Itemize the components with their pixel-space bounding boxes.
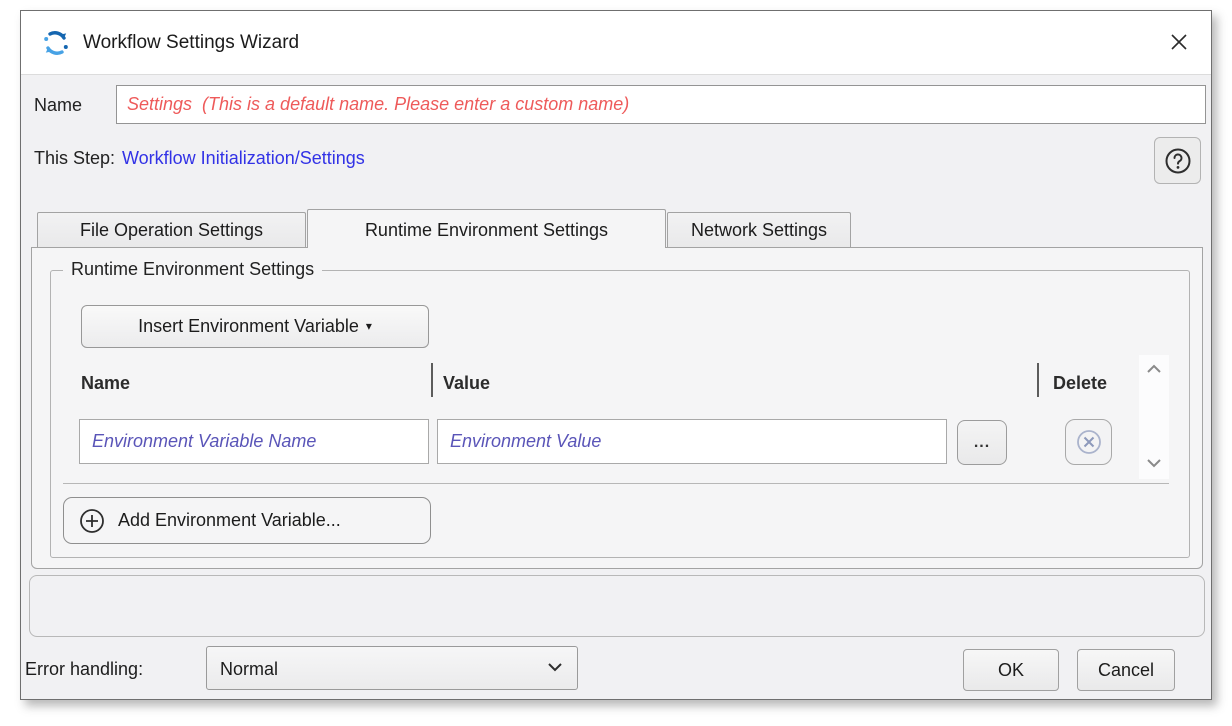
table-bottom-separator xyxy=(63,483,1169,484)
select-chevron-down-icon xyxy=(545,660,565,679)
delete-row-button[interactable] xyxy=(1065,419,1112,465)
column-header-delete: Delete xyxy=(1053,367,1107,399)
close-button[interactable] xyxy=(1159,23,1199,63)
environment-value-input[interactable] xyxy=(437,419,947,464)
tab-network-settings[interactable]: Network Settings xyxy=(667,212,851,247)
chevron-down-icon xyxy=(1145,457,1163,469)
environment-variable-name-input[interactable] xyxy=(79,419,429,464)
add-environment-variable-button[interactable]: Add Environment Variable... xyxy=(63,497,431,544)
tab-runtime-environment-settings[interactable]: Runtime Environment Settings xyxy=(307,209,666,248)
column-divider xyxy=(1037,363,1039,397)
column-divider xyxy=(431,363,433,397)
runtime-environment-tab-panel: Runtime Environment Settings Insert Envi… xyxy=(31,247,1203,569)
column-header-value: Value xyxy=(443,367,490,399)
chevron-up-icon xyxy=(1145,363,1163,375)
error-handling-select[interactable]: Normal xyxy=(206,646,578,690)
plus-circle-icon xyxy=(78,507,106,535)
insert-environment-variable-button[interactable]: Insert Environment Variable ▾ xyxy=(81,305,429,348)
table-scrollbar[interactable] xyxy=(1139,355,1169,479)
error-handling-label: Error handling: xyxy=(25,647,143,691)
delete-circle-x-icon xyxy=(1074,427,1104,457)
ok-button[interactable]: OK xyxy=(963,649,1059,691)
scrollbar-up-button[interactable] xyxy=(1139,357,1169,383)
this-step-label: This Step: xyxy=(34,139,115,177)
browse-value-button[interactable]: ... xyxy=(957,420,1007,465)
tab-file-operation-settings[interactable]: File Operation Settings xyxy=(37,212,306,247)
help-button[interactable] xyxy=(1154,137,1201,184)
cancel-button[interactable]: Cancel xyxy=(1077,649,1175,691)
close-icon xyxy=(1168,31,1190,53)
scrollbar-down-button[interactable] xyxy=(1139,451,1169,477)
name-label: Name xyxy=(34,86,82,124)
group-title: Runtime Environment Settings xyxy=(63,259,322,280)
column-header-name: Name xyxy=(81,367,130,399)
this-step-link[interactable]: Workflow Initialization/Settings xyxy=(122,139,365,177)
name-input[interactable] xyxy=(116,85,1206,124)
empty-panel xyxy=(29,575,1205,637)
workflow-settings-wizard-dialog: Workflow Settings Wizard Name This Step:… xyxy=(20,10,1212,700)
dropdown-caret-icon: ▾ xyxy=(366,319,372,333)
help-icon xyxy=(1163,146,1193,176)
add-environment-variable-label: Add Environment Variable... xyxy=(118,510,341,531)
insert-environment-variable-label: Insert Environment Variable xyxy=(138,316,359,336)
workflow-icon xyxy=(41,28,71,58)
title-bar: Workflow Settings Wizard xyxy=(21,11,1211,75)
runtime-environment-settings-group: Runtime Environment Settings Insert Envi… xyxy=(50,270,1190,558)
window-title: Workflow Settings Wizard xyxy=(83,11,299,75)
error-handling-value: Normal xyxy=(220,647,278,691)
